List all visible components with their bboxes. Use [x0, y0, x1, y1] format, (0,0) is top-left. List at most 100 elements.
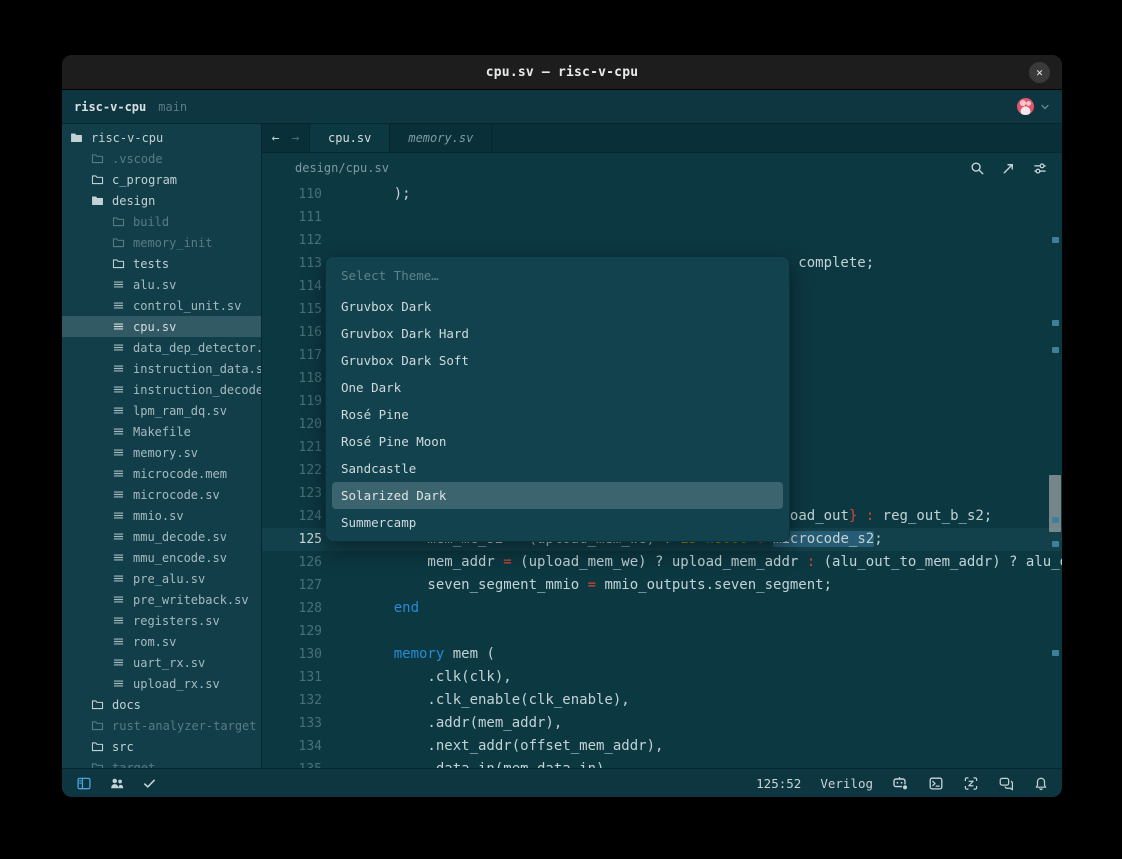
zed-window: cpu.sv — risc-v-cpu ✕ risc-v-cpu main ri…: [62, 55, 1062, 797]
code-line-126[interactable]: 126 mem_addr = (upload_mem_we) ? upload_…: [262, 551, 1062, 574]
tree-item-microcode.sv[interactable]: microcode.sv: [62, 484, 261, 505]
code-line-131[interactable]: 131 .clk(clk),: [262, 666, 1062, 689]
tree-item-.vscode[interactable]: .vscode: [62, 148, 261, 169]
scrollbar-thumb[interactable]: [1049, 475, 1061, 532]
terminal-icon[interactable]: [928, 776, 944, 791]
code-line-132[interactable]: 132 .clk_enable(clk_enable),: [262, 689, 1062, 712]
theme-option-Gruvbox Dark Hard[interactable]: Gruvbox Dark Hard: [332, 320, 783, 347]
file-icon: [112, 635, 126, 649]
chevron-down-icon[interactable]: [1040, 102, 1050, 112]
tree-item-pre_alu.sv[interactable]: pre_alu.sv: [62, 568, 261, 589]
tree-item-label: data_dep_detector.sv: [133, 341, 262, 355]
code-line-130[interactable]: 130 memory mem (: [262, 643, 1062, 666]
tree-item-docs[interactable]: docs: [62, 694, 261, 715]
code-line-128[interactable]: 128 end: [262, 597, 1062, 620]
tree-item-build[interactable]: build: [62, 211, 261, 232]
line-number: 114: [262, 275, 330, 298]
tree-item-tests[interactable]: tests: [62, 253, 261, 274]
code-line-134[interactable]: 134 .next_addr(offset_mem_addr),: [262, 735, 1062, 758]
code-line-111[interactable]: 111: [262, 206, 1062, 229]
avatar[interactable]: [1017, 98, 1034, 115]
code-line-133[interactable]: 133 .addr(mem_addr),: [262, 712, 1062, 735]
tree-item-Makefile[interactable]: Makefile: [62, 421, 261, 442]
language-selector[interactable]: Verilog: [820, 776, 873, 791]
tree-item-src[interactable]: src: [62, 736, 261, 757]
tree-item-label: mmu_decode.sv: [133, 530, 227, 544]
line-content: memory mem (: [330, 643, 1062, 666]
tree-item-pre_writeback.sv[interactable]: pre_writeback.sv: [62, 589, 261, 610]
theme-option-Sandcastle[interactable]: Sandcastle: [332, 455, 783, 482]
code-line-110[interactable]: 110 );: [262, 183, 1062, 206]
tree-item-mmu_decode.sv[interactable]: mmu_decode.sv: [62, 526, 261, 547]
code-line-112[interactable]: 112: [262, 229, 1062, 252]
code-editor[interactable]: 110 );111112113 complete;114115116117118…: [262, 183, 1062, 768]
tree-item-label: build: [133, 215, 169, 229]
line-content: .clk(clk),: [330, 666, 1062, 689]
window-close-button[interactable]: ✕: [1029, 62, 1050, 83]
tree-item-control_unit.sv[interactable]: control_unit.sv: [62, 295, 261, 316]
tree-item-lpm_ram_dq.sv[interactable]: lpm_ram_dq.sv: [62, 400, 261, 421]
file-icon: [112, 320, 126, 334]
editor-controls-icon[interactable]: [1032, 161, 1048, 176]
tree-item-data_dep_detector.sv[interactable]: data_dep_detector.sv: [62, 337, 261, 358]
theme-option-Rosé Pine Moon[interactable]: Rosé Pine Moon: [332, 428, 783, 455]
diagnostics-check-icon[interactable]: [142, 776, 157, 791]
code-line-129[interactable]: 129: [262, 620, 1062, 643]
file-icon: [112, 593, 126, 607]
branch-name[interactable]: main: [158, 100, 187, 114]
line-number: 112: [262, 229, 330, 252]
status-bar-right: 125:52 Verilog: [756, 775, 1048, 791]
breadcrumb[interactable]: design/cpu.sv: [295, 161, 389, 175]
tree-item-c_program[interactable]: c_program: [62, 169, 261, 190]
project-panel-toggle-icon[interactable]: [76, 776, 92, 791]
tree-item-upload_rx.sv[interactable]: upload_rx.sv: [62, 673, 261, 694]
nav-forward-icon[interactable]: →: [292, 131, 300, 146]
assistant-icon[interactable]: [892, 775, 909, 791]
chat-icon[interactable]: [998, 776, 1015, 791]
cursor-position[interactable]: 125:52: [756, 776, 801, 791]
project-bar: risc-v-cpu main: [62, 90, 1062, 124]
tree-item-instruction_data.sv[interactable]: instruction_data.sv: [62, 358, 261, 379]
line-content: .next_addr(offset_mem_addr),: [330, 735, 1062, 758]
tree-item-label: uart_rx.sv: [133, 656, 205, 670]
inline-assist-icon[interactable]: [1001, 161, 1016, 176]
line-number: 122: [262, 459, 330, 482]
file-icon: [112, 656, 126, 670]
tree-item-mmu_encode.sv[interactable]: mmu_encode.sv: [62, 547, 261, 568]
tree-item-microcode.mem[interactable]: microcode.mem: [62, 463, 261, 484]
theme-option-Gruvbox Dark[interactable]: Gruvbox Dark: [332, 293, 783, 320]
tree-item-label: pre_alu.sv: [133, 572, 205, 586]
tree-item-cpu.sv[interactable]: cpu.sv: [62, 316, 261, 337]
theme-option-Summercamp[interactable]: Summercamp: [332, 509, 783, 536]
collaboration-icon[interactable]: [109, 776, 125, 791]
tree-item-design[interactable]: design: [62, 190, 261, 211]
tree-item-memory_init[interactable]: memory_init: [62, 232, 261, 253]
notifications-bell-icon[interactable]: [1034, 776, 1048, 791]
theme-option-Solarized Dark[interactable]: Solarized Dark: [332, 482, 783, 509]
tree-item-mmio.sv[interactable]: mmio.sv: [62, 505, 261, 526]
tree-item-memory.sv[interactable]: memory.sv: [62, 442, 261, 463]
tree-item-risc-v-cpu[interactable]: risc-v-cpu: [62, 127, 261, 148]
tree-item-instruction_decoder.sv[interactable]: instruction_decoder.sv: [62, 379, 261, 400]
project-name[interactable]: risc-v-cpu: [74, 100, 146, 114]
theme-option-Rosé Pine[interactable]: Rosé Pine: [332, 401, 783, 428]
edit-prediction-icon[interactable]: [963, 776, 979, 791]
tree-item-rust-analyzer-target[interactable]: rust-analyzer-target: [62, 715, 261, 736]
tab-cpu-sv[interactable]: cpu.sv: [310, 124, 390, 152]
nav-back-icon[interactable]: ←: [272, 131, 280, 146]
tree-item-uart_rx.sv[interactable]: uart_rx.sv: [62, 652, 261, 673]
search-icon[interactable]: [970, 161, 985, 176]
theme-search-input[interactable]: Select Theme…: [326, 257, 789, 293]
tree-item-registers.sv[interactable]: registers.sv: [62, 610, 261, 631]
tree-item-rom.sv[interactable]: rom.sv: [62, 631, 261, 652]
code-line-135[interactable]: 135 .data_in(mem_data_in): [262, 758, 1062, 768]
file-icon: [112, 551, 126, 565]
code-line-127[interactable]: 127 seven_segment_mmio = mmio_outputs.se…: [262, 574, 1062, 597]
tab-memory-sv[interactable]: memory.sv: [390, 124, 492, 152]
tree-item-target[interactable]: target: [62, 757, 261, 768]
editor-scrollbar[interactable]: [1048, 183, 1062, 768]
theme-option-One Dark[interactable]: One Dark: [332, 374, 783, 401]
theme-option-list: Gruvbox DarkGruvbox Dark HardGruvbox Dar…: [326, 293, 789, 536]
tree-item-alu.sv[interactable]: alu.sv: [62, 274, 261, 295]
theme-option-Gruvbox Dark Soft[interactable]: Gruvbox Dark Soft: [332, 347, 783, 374]
